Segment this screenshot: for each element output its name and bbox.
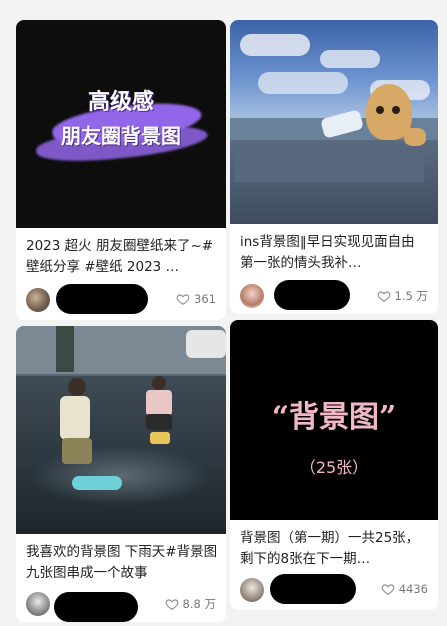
note-card[interactable]: ins背景图‖早日实现见面自由 第一张的情头我补… 1.5 万 [230,20,438,314]
note-card[interactable]: 我喜欢的背景图 下雨天#背景图 九张图串成一个故事 8.8 万 [16,326,226,622]
note-caption[interactable]: 我喜欢的背景图 下雨天#背景图 九张图串成一个故事 [26,542,218,584]
author-name-redaction [56,284,148,314]
avatar[interactable] [26,592,50,616]
note-card[interactable]: 高级感 朋友圈背景图 2023 超火 朋友圈壁纸来了~#壁纸分享 #壁纸 202… [16,20,226,320]
avatar[interactable] [26,288,50,312]
cover-title: 高级感 [87,90,154,115]
note-card[interactable]: “背景图” （25张） 背景图（第一期）一共25张，剩下的8张在下一期… 443… [230,320,438,610]
like-count: 361 [194,292,216,306]
like-button[interactable]: 361 [176,292,216,306]
avatar[interactable] [240,578,264,602]
heart-outline-icon [377,291,390,302]
heart-outline-icon [176,294,190,305]
note-caption[interactable]: ins背景图‖早日实现见面自由 第一张的情头我补… [240,232,430,274]
author-name-redaction [274,280,350,310]
like-count: 4436 [398,582,428,596]
note-cover-image[interactable]: “背景图” （25张） [230,320,438,520]
note-caption[interactable]: 2023 超火 朋友圈壁纸来了~#壁纸分享 #壁纸 2023 … [26,236,218,278]
like-count: 1.5 万 [394,289,428,303]
cover-title: “背景图” [271,400,397,435]
avatar[interactable] [240,284,264,308]
cover-subtitle: 朋友圈背景图 [61,124,181,148]
like-button[interactable]: 1.5 万 [377,288,428,304]
like-count: 8.8 万 [182,597,216,611]
heart-outline-icon [381,584,395,595]
note-cover-image[interactable] [16,326,226,534]
like-button[interactable]: 8.8 万 [165,596,216,612]
like-button[interactable]: 4436 [381,582,428,596]
cover-subtitle: （25张） [299,458,369,477]
note-cover-image[interactable]: 高级感 朋友圈背景图 [16,20,226,228]
note-caption[interactable]: 背景图（第一期）一共25张，剩下的8张在下一期… [240,528,430,570]
author-name-redaction [270,574,356,604]
author-name-redaction [54,592,138,622]
heart-outline-icon [165,599,178,610]
note-cover-image[interactable] [230,20,438,224]
